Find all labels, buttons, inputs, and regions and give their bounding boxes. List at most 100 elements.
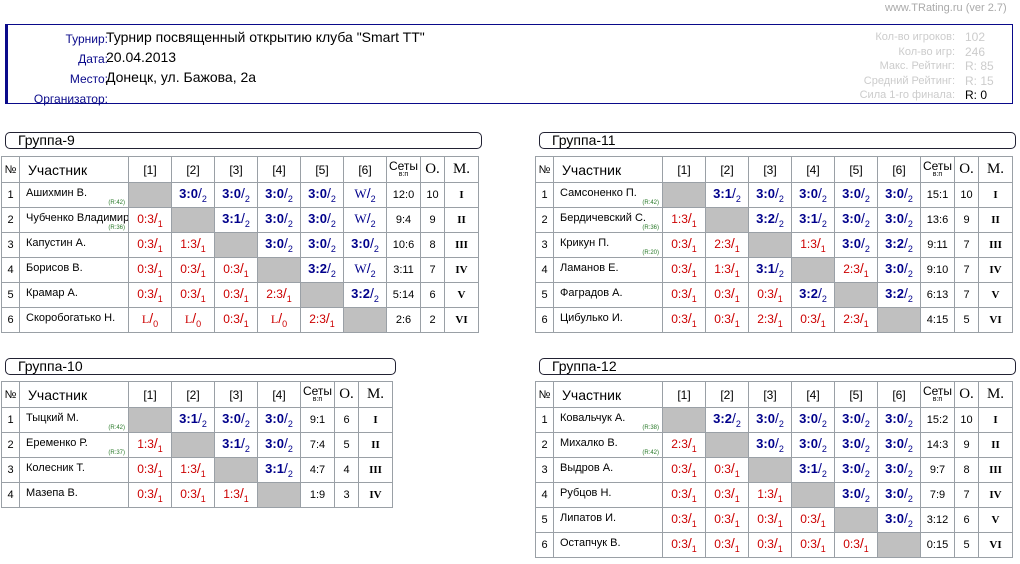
player-name[interactable]: Ламанов Е. (560, 262, 619, 274)
match-result[interactable]: W/2 (343, 207, 387, 233)
player-name[interactable]: Цибулько И. (560, 312, 623, 324)
match-result[interactable]: W/2 (343, 257, 387, 283)
match-result[interactable]: 3:1/2 (791, 207, 835, 233)
match-result[interactable]: 0:3/1 (705, 507, 749, 533)
match-result[interactable]: 0:3/1 (705, 532, 749, 558)
match-result[interactable]: 3:0/2 (834, 482, 878, 508)
match-result[interactable]: 0:3/1 (791, 507, 835, 533)
match-result[interactable]: 3:0/2 (257, 182, 301, 208)
player-name-cell[interactable]: Михалко В. (R:42) (553, 432, 663, 458)
match-result[interactable]: 3:0/2 (171, 182, 215, 208)
player-name-cell[interactable]: Бердичевский С. (R:36) (553, 207, 663, 233)
match-result[interactable]: 0:3/1 (171, 482, 215, 508)
match-result[interactable]: 3:2/2 (300, 257, 344, 283)
match-result[interactable]: 3:0/2 (877, 507, 921, 533)
match-result[interactable]: 0:3/1 (128, 457, 172, 483)
match-result[interactable]: 3:1/2 (214, 207, 258, 233)
match-result[interactable]: 0:3/1 (705, 307, 749, 333)
player-name-cell[interactable]: Чубченко Владимир (R:36) (19, 207, 129, 233)
match-result[interactable]: 2:3/1 (834, 307, 878, 333)
match-result[interactable]: 0:3/1 (128, 282, 172, 308)
match-result[interactable]: 0:3/1 (128, 482, 172, 508)
match-result[interactable]: 0:3/1 (705, 482, 749, 508)
match-result[interactable]: 3:2/2 (877, 282, 921, 308)
player-name[interactable]: Остапчук В. (560, 537, 621, 549)
match-result[interactable]: 3:0/2 (214, 407, 258, 433)
player-name[interactable]: Колесник Т. (26, 462, 85, 474)
player-name-cell[interactable]: Мазепа В. (19, 482, 129, 508)
match-result[interactable]: 0:3/1 (834, 532, 878, 558)
match-result[interactable]: 3:0/2 (834, 407, 878, 433)
match-result[interactable]: 3:0/2 (257, 407, 301, 433)
match-result[interactable]: 0:3/1 (662, 457, 706, 483)
player-name-cell[interactable]: Тыцкий М. (R:42) (19, 407, 129, 433)
player-name-cell[interactable]: Крикун П. (R:20) (553, 232, 663, 258)
match-result[interactable]: 2:3/1 (662, 432, 706, 458)
match-result[interactable]: 3:0/2 (748, 432, 792, 458)
match-result[interactable]: 0:3/1 (128, 207, 172, 233)
match-result[interactable]: 2:3/1 (834, 257, 878, 283)
match-result[interactable]: 3:1/2 (171, 407, 215, 433)
player-name[interactable]: Бердичевский С. (560, 212, 646, 224)
match-result[interactable]: 0:3/1 (662, 532, 706, 558)
match-result[interactable]: 3:2/2 (343, 282, 387, 308)
player-name[interactable]: Скоробогатько Н. (26, 312, 115, 324)
match-result[interactable]: 0:3/1 (214, 282, 258, 308)
match-result[interactable]: 0:3/1 (171, 282, 215, 308)
match-result[interactable]: 3:0/2 (877, 257, 921, 283)
match-result[interactable]: L/0 (128, 307, 172, 333)
match-result[interactable]: 1:3/1 (791, 232, 835, 258)
match-result[interactable]: 0:3/1 (705, 457, 749, 483)
match-result[interactable]: 3:0/2 (877, 207, 921, 233)
match-result[interactable]: W/2 (343, 182, 387, 208)
match-result[interactable]: 2:3/1 (300, 307, 344, 333)
player-name-cell[interactable]: Выдров А. (553, 457, 663, 483)
player-name[interactable]: Рубцов Н. (560, 487, 611, 499)
match-result[interactable]: 3:0/2 (748, 182, 792, 208)
match-result[interactable]: 3:0/2 (877, 432, 921, 458)
player-name[interactable]: Капустин А. (26, 237, 86, 249)
match-result[interactable]: 3:0/2 (748, 407, 792, 433)
player-name[interactable]: Михалко В. (560, 437, 618, 449)
match-result[interactable]: 0:3/1 (214, 257, 258, 283)
player-name-cell[interactable]: Цибулько И. (553, 307, 663, 333)
player-name-cell[interactable]: Капустин А. (19, 232, 129, 258)
player-name-cell[interactable]: Ковальчук А. (R:38) (553, 407, 663, 433)
match-result[interactable]: 0:3/1 (705, 282, 749, 308)
match-result[interactable]: L/0 (171, 307, 215, 333)
match-result[interactable]: 3:0/2 (877, 182, 921, 208)
player-name-cell[interactable]: Ламанов Е. (553, 257, 663, 283)
player-name[interactable]: Ковальчук А. (560, 412, 625, 424)
match-result[interactable]: 1:3/1 (748, 482, 792, 508)
match-result[interactable]: 0:3/1 (662, 482, 706, 508)
match-result[interactable]: 0:3/1 (791, 532, 835, 558)
player-name[interactable]: Тыцкий М. (26, 412, 79, 424)
match-result[interactable]: 0:3/1 (662, 282, 706, 308)
player-name-cell[interactable]: Еременко Р. (R:37) (19, 432, 129, 458)
player-name-cell[interactable]: Самсоненко П. (R:42) (553, 182, 663, 208)
match-result[interactable]: 0:3/1 (128, 232, 172, 258)
player-name-cell[interactable]: Остапчук В. (553, 532, 663, 558)
player-name-cell[interactable]: Ашихмин В. (R:42) (19, 182, 129, 208)
player-name-cell[interactable]: Фаградов А. (553, 282, 663, 308)
match-result[interactable]: 3:2/2 (705, 407, 749, 433)
match-result[interactable]: 0:3/1 (214, 307, 258, 333)
player-name[interactable]: Крикун П. (560, 237, 609, 249)
match-result[interactable]: 3:1/2 (257, 457, 301, 483)
match-result[interactable]: 3:0/2 (300, 232, 344, 258)
match-result[interactable]: 0:3/1 (171, 257, 215, 283)
match-result[interactable]: 3:2/2 (748, 207, 792, 233)
match-result[interactable]: 3:0/2 (257, 207, 301, 233)
player-name-cell[interactable]: Крамар А. (19, 282, 129, 308)
player-name[interactable]: Ашихмин В. (26, 187, 87, 199)
match-result[interactable]: 3:0/2 (834, 182, 878, 208)
match-result[interactable]: 1:3/1 (171, 457, 215, 483)
match-result[interactable]: 3:0/2 (791, 407, 835, 433)
match-result[interactable]: 1:3/1 (705, 257, 749, 283)
match-result[interactable]: 0:3/1 (128, 257, 172, 283)
player-name-cell[interactable]: Рубцов Н. (553, 482, 663, 508)
match-result[interactable]: 3:0/2 (834, 457, 878, 483)
match-result[interactable]: 0:3/1 (748, 532, 792, 558)
player-name[interactable]: Фаградов А. (560, 287, 623, 299)
match-result[interactable]: 3:0/2 (877, 482, 921, 508)
